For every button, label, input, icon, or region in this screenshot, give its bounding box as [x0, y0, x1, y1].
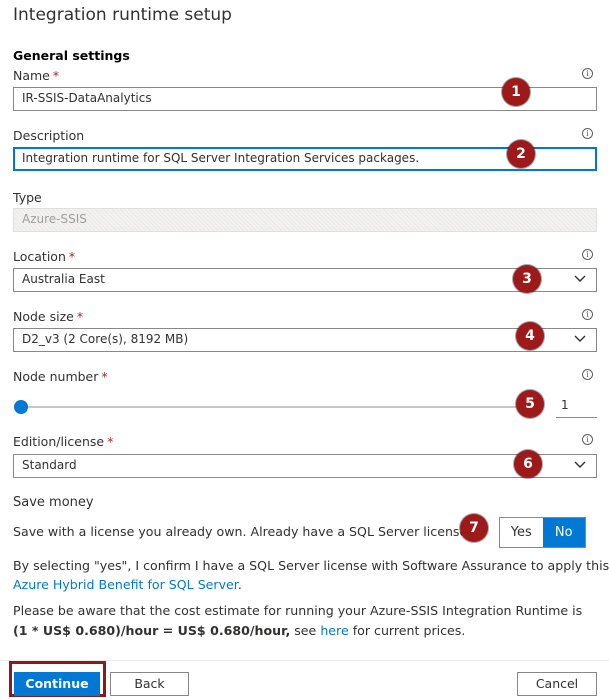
cost-estimate-text: Please be aware that the cost estimate f…: [13, 603, 583, 618]
node-number-label: Node number *: [13, 369, 108, 384]
required-marker: *: [101, 369, 108, 384]
confirm-text: By selecting "yes", I confirm I have a S…: [13, 558, 609, 573]
cost-formula-line: (1 * US$ 0.680)/hour = US$ 0.680/hour, s…: [13, 623, 465, 638]
node-size-label: Node size *: [13, 309, 83, 324]
confirm-link-line: Azure Hybrid Benefit for SQL Server.: [13, 577, 242, 592]
info-icon[interactable]: i: [582, 128, 593, 139]
callout-badge-4: 4: [516, 322, 544, 350]
save-money-heading: Save money: [13, 495, 94, 510]
description-label: Description: [13, 128, 85, 143]
callout-badge-2: 2: [507, 140, 535, 168]
node-number-input[interactable]: 1: [556, 394, 597, 418]
location-value: Australia East: [22, 272, 105, 286]
node-number-label-text: Node number: [13, 369, 99, 384]
node-number-slider-thumb[interactable]: [14, 400, 28, 414]
callout-badge-5: 5: [516, 390, 544, 418]
chevron-down-icon: [574, 461, 586, 468]
save-money-question: Save with a license you already own. Alr…: [13, 524, 474, 539]
name-label: Name *: [13, 68, 59, 83]
node-number-slider-track[interactable]: [21, 406, 536, 408]
cost-middle: see: [290, 623, 321, 638]
type-label: Type: [13, 190, 42, 205]
info-icon[interactable]: i: [582, 68, 593, 79]
callout-badge-7: 7: [460, 514, 488, 542]
type-input: Azure-SSIS: [13, 208, 597, 232]
node-size-select[interactable]: D2_v3 (2 Core(s), 8192 MB): [13, 328, 597, 352]
info-icon[interactable]: i: [582, 369, 593, 380]
chevron-down-icon: [574, 335, 586, 342]
required-marker: *: [52, 68, 60, 83]
name-label-text: Name: [13, 68, 50, 83]
node-size-label-text: Node size: [13, 309, 74, 324]
azure-hybrid-benefit-link[interactable]: Azure Hybrid Benefit for SQL Server: [13, 577, 238, 592]
required-marker: *: [68, 249, 76, 264]
required-marker: *: [107, 434, 114, 449]
callout-badge-3: 3: [513, 265, 541, 293]
page-title: Integration runtime setup: [13, 5, 232, 25]
back-button[interactable]: Back: [110, 672, 189, 696]
info-icon[interactable]: i: [582, 309, 593, 320]
edition-label: Edition/license *: [13, 434, 113, 449]
callout-badge-1: 1: [502, 78, 530, 106]
location-select[interactable]: Australia East: [13, 268, 597, 292]
callout-badge-6: 6: [514, 450, 542, 478]
prices-here-link[interactable]: here: [320, 623, 348, 638]
cost-suffix: for current prices.: [348, 623, 466, 638]
section-title-general-settings: General settings: [13, 48, 130, 63]
required-marker: *: [76, 309, 84, 324]
edition-label-text: Edition/license: [13, 434, 105, 449]
chevron-down-icon: [574, 275, 586, 282]
edition-select[interactable]: Standard: [13, 454, 597, 478]
info-icon[interactable]: i: [582, 434, 593, 445]
edition-value: Standard: [22, 458, 77, 472]
location-label: Location *: [13, 249, 75, 264]
toggle-yes-button[interactable]: Yes: [500, 518, 543, 547]
location-label-text: Location: [13, 249, 66, 264]
continue-button[interactable]: Continue: [14, 672, 100, 696]
node-size-value: D2_v3 (2 Core(s), 8192 MB): [22, 332, 189, 346]
toggle-no-button[interactable]: No: [542, 518, 585, 547]
cancel-button[interactable]: Cancel: [517, 672, 597, 696]
cost-formula: (1 * US$ 0.680)/hour = US$ 0.680/hour,: [13, 623, 291, 638]
info-icon[interactable]: i: [582, 249, 593, 260]
license-toggle[interactable]: Yes No: [499, 517, 586, 548]
confirm-link-suffix: .: [237, 577, 242, 592]
